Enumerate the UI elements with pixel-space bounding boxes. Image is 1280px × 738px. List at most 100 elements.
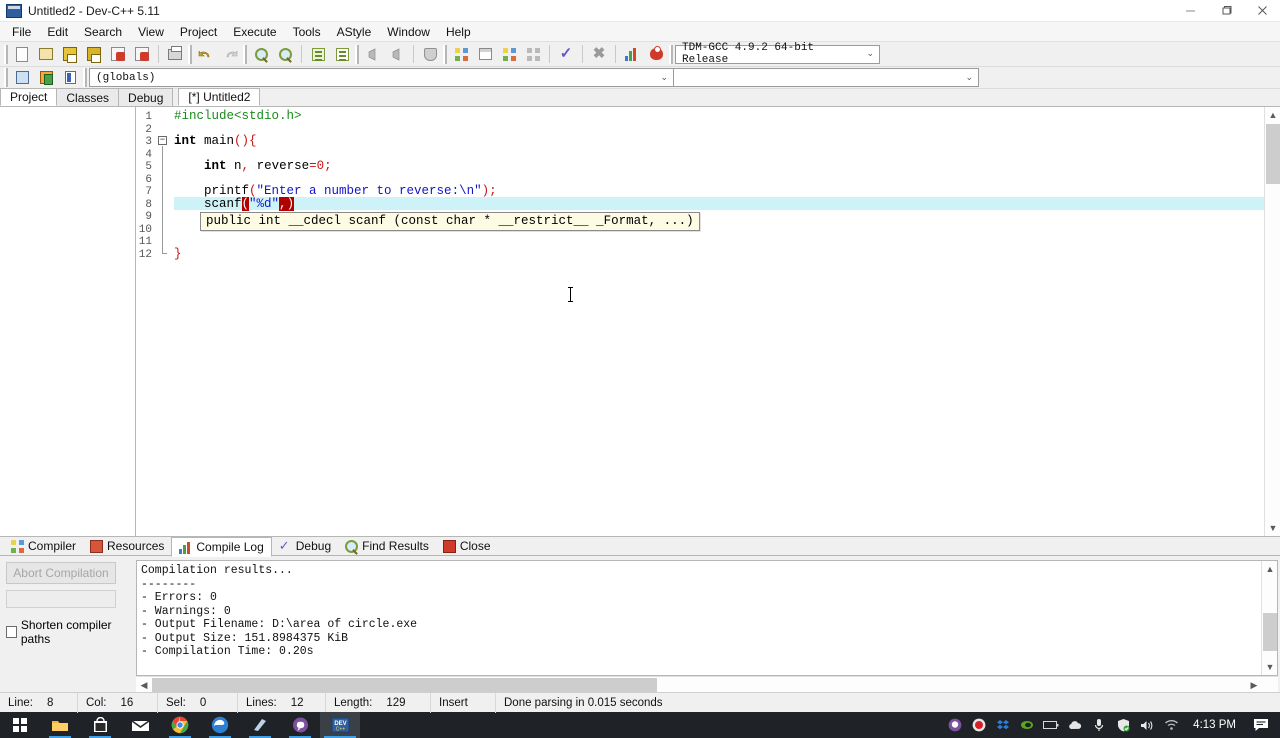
scroll-up-icon[interactable]: ▲ [1265,107,1280,123]
syntax-check-icon[interactable]: ✓ [555,44,577,65]
toggle-bookmark-icon[interactable] [419,44,441,65]
editor-tab-untitled2[interactable]: [*] Untitled2 [178,88,261,106]
replace-icon[interactable] [274,44,296,65]
log-scroll-left-icon[interactable]: ◀ [136,677,152,693]
shorten-paths-checkbox[interactable] [6,626,17,638]
mail-icon[interactable] [120,712,160,738]
menu-tools[interactable]: Tools [285,23,329,41]
editor-vertical-scrollbar[interactable]: ▲ ▼ [1264,107,1280,536]
goto-line-icon[interactable] [307,44,329,65]
notepad-icon[interactable] [240,712,280,738]
toolbar2-grip-2[interactable] [83,68,87,87]
minimize-button[interactable] [1172,0,1208,22]
open-file-icon[interactable] [35,44,57,65]
sidebar-tab-project[interactable]: Project [0,88,58,106]
tab-debug[interactable]: ✓ Debug [272,536,338,556]
menu-edit[interactable]: Edit [39,23,76,41]
close-all-icon[interactable] [131,44,153,65]
viber-icon[interactable] [280,712,320,738]
windows-start-icon[interactable] [0,712,40,738]
menu-view[interactable]: View [130,23,172,41]
wifi-icon[interactable] [1159,712,1183,738]
security-icon[interactable] [1111,712,1135,738]
goto-function-icon[interactable] [331,44,353,65]
back-icon[interactable] [362,44,384,65]
code-editor[interactable]: 1 2 3 4 5 6 7 8 9 10 11 12 − #include<st… [136,107,1280,536]
menu-window[interactable]: Window [379,23,438,41]
scope-select[interactable]: (globals) ⌄ [89,68,674,87]
tab-compile-log[interactable]: Compile Log [171,537,272,557]
menu-search[interactable]: Search [76,23,130,41]
shorten-paths-row[interactable]: Shorten compiler paths [6,618,130,646]
fold-toggle-icon[interactable]: − [158,136,167,145]
record-icon[interactable] [967,712,991,738]
menu-astyle[interactable]: AStyle [329,23,380,41]
tab-find-results[interactable]: Find Results [338,536,436,556]
debug-icon[interactable] [645,44,667,65]
sidebar-tab-classes[interactable]: Classes [56,88,120,106]
save-icon[interactable] [59,44,81,65]
menu-file[interactable]: File [4,23,39,41]
goto-class-icon[interactable] [59,67,81,88]
menu-help[interactable]: Help [438,23,479,41]
onedrive-icon[interactable] [1063,712,1087,738]
log-vertical-scrollbar[interactable]: ▲ ▼ [1261,561,1277,675]
close-button[interactable] [1244,0,1280,22]
code-content[interactable]: #include<stdio.h> int main(){ int n, rev… [174,107,1280,536]
scroll-down-icon[interactable]: ▼ [1265,520,1280,536]
print-icon[interactable] [164,44,186,65]
tab-close-panel[interactable]: Close [436,536,498,556]
forward-icon[interactable] [386,44,408,65]
action-center-icon[interactable] [1246,712,1276,738]
tab-compiler[interactable]: Compiler [4,536,83,556]
toolbar2-grip[interactable] [4,68,8,87]
sidebar-tab-debug[interactable]: Debug [118,88,174,106]
toggle-icon[interactable] [35,67,57,88]
run-icon[interactable] [474,44,496,65]
abort-compilation-button[interactable]: Abort Compilation [6,562,116,584]
stop-execution-icon[interactable]: ✖ [588,44,610,65]
google-chrome-icon[interactable] [160,712,200,738]
menu-execute[interactable]: Execute [225,23,284,41]
microsoft-store-icon[interactable] [80,712,120,738]
find-icon[interactable] [250,44,272,65]
project-panel[interactable] [0,107,136,536]
undo-icon[interactable] [195,44,217,65]
toolbar-grip-3[interactable] [243,44,247,64]
compile-log-area[interactable]: Compilation results... -------- - Errors… [136,560,1278,676]
battery-icon[interactable] [1039,712,1063,738]
toolbar-grip-2[interactable] [188,44,192,64]
toolbar-grip[interactable] [4,44,8,64]
redo-icon[interactable] [219,44,241,65]
toolbar-grip-5[interactable] [443,44,447,64]
toolbar-grip-6[interactable] [669,44,673,64]
rebuild-all-icon[interactable] [522,44,544,65]
file-explorer-icon[interactable] [40,712,80,738]
compiler-select[interactable]: TDM-GCC 4.9.2 64-bit Release ⌄ [675,42,880,66]
log-scroll-right-icon[interactable]: ▶ [1246,677,1262,693]
compile-icon[interactable] [450,44,472,65]
menu-project[interactable]: Project [172,23,225,41]
tab-resources[interactable]: Resources [83,536,171,556]
log-scroll-down-icon[interactable]: ▼ [1262,659,1278,675]
microphone-icon[interactable] [1087,712,1111,738]
microsoft-edge-icon[interactable] [200,712,240,738]
maximize-button[interactable] [1208,0,1244,22]
log-horizontal-scrollbar[interactable]: ◀ ▶ [136,676,1278,692]
nvidia-icon[interactable] [1015,712,1039,738]
scope-select-secondary[interactable]: ⌄ [674,68,979,87]
save-all-icon[interactable] [83,44,105,65]
viber-tray-icon[interactable] [943,712,967,738]
toolbar-grip-4[interactable] [355,44,359,64]
log-hscroll-thumb[interactable] [152,678,657,692]
dropbox-icon[interactable] [991,712,1015,738]
editor-scroll-thumb[interactable] [1266,124,1280,184]
insert-icon[interactable] [11,67,33,88]
compile-and-run-icon[interactable] [498,44,520,65]
new-file-icon[interactable] [11,44,33,65]
taskbar-clock[interactable]: 4:13 PM [1183,719,1246,731]
devcpp-taskbar-icon[interactable]: DEV C++ [320,712,360,738]
close-file-icon[interactable] [107,44,129,65]
profile-icon[interactable] [621,44,643,65]
volume-icon[interactable] [1135,712,1159,738]
